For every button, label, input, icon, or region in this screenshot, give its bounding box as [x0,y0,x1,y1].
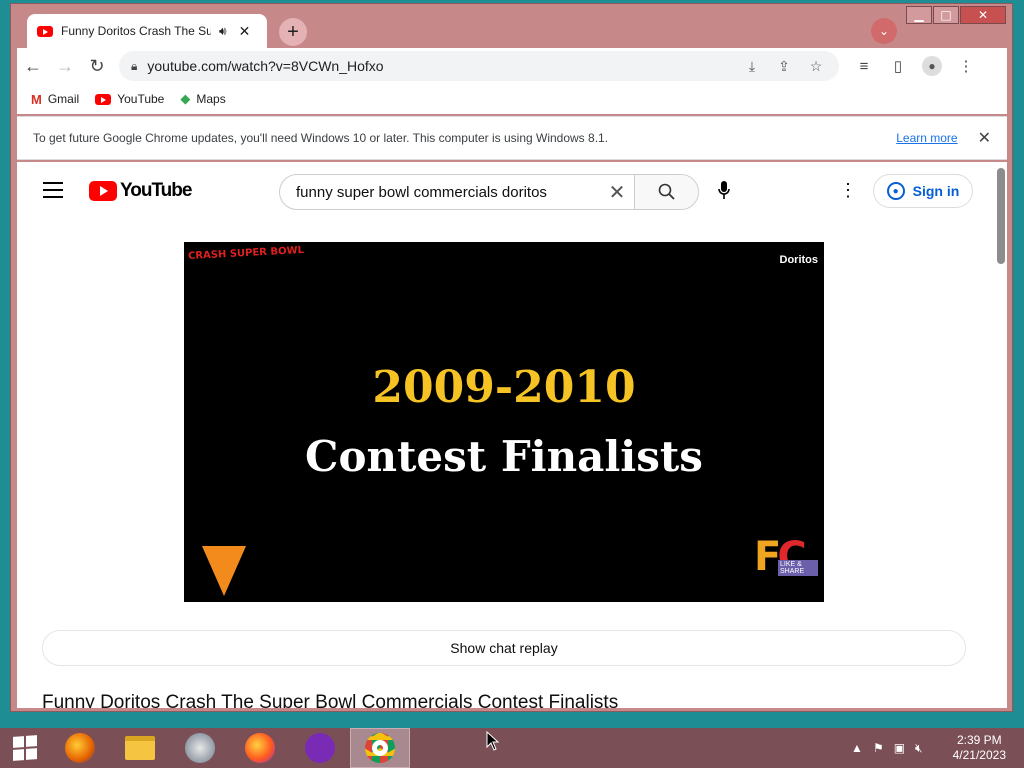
tab-search-icon[interactable]: ⌄ [871,18,897,44]
new-tab-button[interactable]: + [279,18,307,46]
bookmark-youtube[interactable]: YouTube [95,92,164,106]
forward-button[interactable]: → [49,50,81,82]
taskbar-thunderbird[interactable] [170,728,230,768]
mouse-cursor-icon [486,730,500,756]
reload-button[interactable]: ↻ [81,50,113,82]
sign-in-button[interactable]: ● Sign in [873,174,973,208]
show-hidden-icons-icon[interactable]: ▲ [851,741,863,755]
video-frame-title: Contest Finalists [305,432,703,481]
sign-in-label: Sign in [912,183,960,199]
close-icon[interactable]: ✕ [239,23,251,40]
media-control-icon[interactable]: ≡ [851,53,877,79]
windows-logo-icon [13,735,37,761]
address-bar[interactable]: 🔒︎ youtube.com/watch?v=8VCWn_Hofxo ⤓ ⇪ ☆ [119,51,839,81]
video-year-text: 2009-2010 [372,362,636,413]
user-icon: ● [886,182,905,200]
show-chat-replay-button[interactable]: Show chat replay [42,630,966,666]
file-explorer-icon [125,736,155,760]
search-button[interactable] [634,175,698,209]
video-title: Funny Doritos Crash The Super Bowl Comme… [42,692,619,708]
bookmark-label: YouTube [117,92,165,106]
gmail-icon: M [31,91,42,107]
youtube-logo-icon [89,181,117,201]
volume-muted-icon[interactable]: 🔇︎ [915,741,923,756]
taskbar-firefox-2[interactable] [230,728,290,768]
channel-watermark-logo: FC LIKE & SHARE [754,534,818,596]
toolbar-right: ≡ ▯ ● ⋮ [851,53,979,79]
page-content: YouTube funny super bowl commercials dor… [17,162,1007,708]
watermark-like-share: LIKE & SHARE [778,560,818,576]
youtube-logo[interactable]: YouTube [89,180,192,202]
url-text[interactable]: youtube.com/watch?v=8VCWn_Hofxo [147,58,731,74]
firefox-icon [65,733,95,763]
tab-title: Funny Doritos Crash The Super Bowl Comme… [61,24,211,38]
bookmark-maps[interactable]: ◆ Maps [180,91,225,107]
privacy-browser-icon [305,733,335,763]
action-center-flag-icon[interactable]: ⚑ [873,741,884,755]
taskbar-clock[interactable]: 2:39 PM 4/21/2023 [953,733,1006,763]
thunderbird-icon [185,733,215,763]
clock-time: 2:39 PM [956,733,1002,747]
maps-icon: ◆ [180,91,191,106]
start-button[interactable] [0,728,50,768]
lock-icon[interactable]: 🔒︎ [131,59,137,74]
browser-toolbar: ← → ↻ 🔒︎ youtube.com/watch?v=8VCWn_Hofxo… [17,48,1007,84]
tab-youtube[interactable]: Funny Doritos Crash The Super Bowl Comme… [27,14,267,48]
chrome-window: ▁ □ ✕ Funny Doritos Crash The Super Bowl… [10,3,1013,712]
clear-search-icon[interactable]: ✕ [600,180,634,205]
bookmark-label: Maps [196,92,226,106]
youtube-masthead: YouTube funny super bowl commercials dor… [17,162,997,220]
bookmark-star-icon[interactable]: ☆ [805,58,827,75]
learn-more-link[interactable]: Learn more [896,131,957,145]
update-infobar: To get future Google Chrome updates, you… [17,116,1007,160]
side-panel-icon[interactable]: ▯ [885,53,911,79]
profile-avatar-icon: ● [922,56,942,76]
youtube-logo-text: YouTube [120,180,192,201]
taskbar-privacy-browser[interactable] [290,728,350,768]
back-button[interactable]: ← [17,50,49,82]
taskbar-chrome[interactable] [350,728,410,768]
search-icon [658,183,675,200]
dorito-chip-icon [202,546,246,596]
speaker-icon[interactable]: 🔊︎ [219,24,227,39]
share-icon[interactable]: ⇪ [773,58,795,75]
tab-strip: Funny Doritos Crash The Super Bowl Comme… [17,14,1007,48]
crash-super-bowl-badge: CRASH SUPER BOWL [187,244,305,263]
search-input[interactable]: funny super bowl commercials doritos [280,184,600,201]
page-scrollbar[interactable] [997,168,1005,264]
bookmark-label: Gmail [47,92,80,106]
doritos-logo: Doritos [779,254,819,266]
watermark-letter-f: F [754,534,781,580]
infobar-message: To get future Google Chrome updates, you… [33,131,609,145]
chrome-icon [365,733,395,763]
network-icon[interactable]: ▣ [894,741,905,755]
windows-taskbar: ▲ ⚑ ▣ 🔇︎ 2:39 PM 4/21/2023 [0,728,1024,768]
bookmarks-bar: M Gmail YouTube ◆ Maps [17,84,1007,114]
video-player[interactable]: CRASH SUPER BOWL Doritos 2009-2010 Conte… [184,242,824,602]
youtube-favicon-icon [37,25,53,37]
taskbar-file-explorer[interactable] [110,728,170,768]
hamburger-menu-icon[interactable] [43,182,63,203]
youtube-icon [95,93,112,105]
taskbar-firefox[interactable] [50,728,110,768]
install-icon[interactable]: ⤓ [741,58,763,75]
search-box[interactable]: funny super bowl commercials doritos ✕ [279,174,699,210]
system-tray: ▲ ⚑ ▣ 🔇︎ 2:39 PM 4/21/2023 [851,728,1024,768]
settings-menu-icon[interactable]: ⋮ [839,180,857,201]
profile-button[interactable]: ● [919,53,945,79]
microphone-icon[interactable] [717,180,731,205]
clock-date: 4/21/2023 [952,748,1006,762]
bookmark-gmail[interactable]: M Gmail [31,92,79,107]
chrome-menu-icon[interactable]: ⋮ [953,53,979,79]
firefox-icon [245,733,275,763]
infobar-close-icon[interactable]: ✕ [978,128,991,148]
